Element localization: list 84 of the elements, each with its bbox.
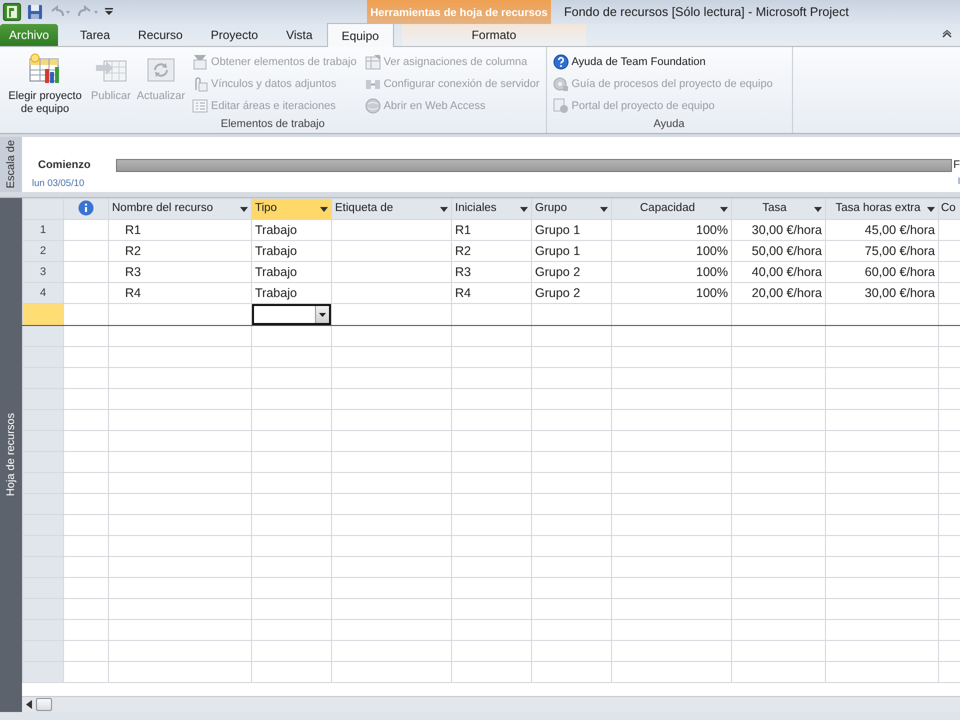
column-header[interactable]: Grupo — [532, 198, 612, 220]
table-cell: 30,00 €/hora — [732, 220, 826, 240]
customize-menu-icon[interactable] — [105, 7, 113, 17]
ribbon-tab[interactable]: Formato — [402, 24, 586, 46]
ribbon-tab[interactable]: Equipo — [326, 23, 394, 47]
dropdown-arrow-icon[interactable] — [520, 206, 528, 212]
dropdown-arrow-icon[interactable] — [814, 206, 822, 212]
table-cell: 50,00 €/hora — [732, 240, 826, 262]
file-tab[interactable]: Archivo — [0, 24, 58, 46]
table-cell: R2 — [108, 240, 252, 262]
table-cell: 20,00 €/hora — [732, 282, 826, 304]
save-icon[interactable] — [27, 4, 43, 20]
funnel-icon — [192, 54, 208, 70]
info-icon — [78, 200, 94, 216]
column-header[interactable]: Iniciales — [452, 198, 532, 220]
table-cell: Trabajo — [252, 262, 332, 282]
dropdown-arrow-icon[interactable] — [320, 206, 328, 212]
timeline-side-label: Escala de — [4, 140, 18, 189]
table-cell: 40,00 €/hora — [732, 262, 826, 282]
table-cell: 100% — [612, 262, 732, 282]
table-cell: R3 — [452, 262, 532, 282]
table-cell: 100% — [612, 282, 732, 304]
table-cell: R3 — [108, 262, 252, 282]
timeline-start-date: lun 03/05/10 — [32, 176, 84, 190]
column-header[interactable]: Etiqueta de — [332, 198, 452, 220]
table-cell: Grupo 2 — [532, 262, 612, 282]
list-icon — [192, 98, 208, 114]
table-cell: Grupo 2 — [532, 282, 612, 304]
dropdown-arrow-icon[interactable] — [600, 206, 608, 212]
row-number: 2 — [22, 240, 64, 262]
context-tab-header: Herramientas de hoja de recursos — [367, 0, 551, 24]
app-icon[interactable] — [3, 3, 21, 21]
column-header[interactable]: Tasa — [732, 198, 826, 220]
window-title: Fondo de recursos [Sólo lectura] - Microsoft Project — [564, 4, 849, 21]
row-number: 3 — [22, 262, 64, 282]
help-icon — [552, 54, 569, 70]
row-header[interactable] — [22, 304, 64, 326]
column-header[interactable]: Co — [938, 198, 960, 220]
table-cell: 100% — [612, 240, 732, 262]
row-number: 1 — [22, 220, 64, 240]
table-cell: R4 — [452, 282, 532, 304]
column-header[interactable]: Tipo — [252, 198, 332, 220]
globe-icon — [364, 98, 381, 114]
dropdown-arrow-icon[interactable] — [440, 206, 448, 212]
table-cell: 30,00 €/hora — [826, 282, 938, 304]
table-cell: R4 — [108, 282, 252, 304]
table-cell: Trabajo — [252, 240, 332, 262]
team-project-icon — [28, 53, 62, 85]
timeline-start-label: Comienzo — [38, 158, 91, 173]
ribbon-tab[interactable]: Recurso — [124, 24, 197, 46]
table-cell: 75,00 €/hora — [826, 240, 938, 262]
row-number: 4 — [22, 282, 64, 304]
group-label: Elementos de trabajo — [220, 117, 326, 132]
table-cell: Trabajo — [252, 220, 332, 240]
ribbon-tab[interactable]: Tarea — [66, 24, 124, 46]
table-cell: Grupo 1 — [532, 220, 612, 240]
table-icon — [364, 54, 381, 70]
dropdown-arrow-icon[interactable] — [927, 206, 935, 212]
table-cell: R2 — [452, 240, 532, 262]
timeline-finish-date: l — [958, 175, 960, 188]
group-label: Ayuda — [652, 117, 686, 132]
type-dropdown[interactable] — [252, 304, 330, 324]
table-cell: 60,00 €/hora — [826, 262, 938, 282]
dropdown-arrow-icon[interactable] — [720, 206, 728, 212]
dropdown-arrow-icon[interactable] — [319, 312, 326, 316]
table-cell: R1 — [108, 220, 252, 240]
ribbon-button[interactable]: Ayuda de Team Foundation — [550, 51, 775, 73]
timeline-finish-label: F — [953, 158, 960, 173]
column-header[interactable]: Nombre del recurso — [108, 198, 252, 220]
ribbon-tab[interactable]: Vista — [272, 24, 327, 46]
column-header[interactable]: Capacidad — [612, 198, 732, 220]
dropdown-arrow-icon[interactable] — [240, 206, 248, 212]
collapse-ribbon-icon[interactable] — [942, 30, 952, 38]
table-cell: Grupo 1 — [532, 240, 612, 262]
column-header[interactable]: Tasa horas extra — [826, 198, 938, 220]
scroll-left-icon[interactable] — [26, 700, 32, 709]
scroll-thumb[interactable] — [36, 698, 52, 711]
ribbon-button[interactable]: Elegir proyecto de equipo — [4, 49, 86, 117]
table-cell: R1 — [452, 220, 532, 240]
table-cell: 45,00 €/hora — [826, 220, 938, 240]
info-column-header[interactable] — [64, 198, 108, 220]
ribbon-tab[interactable]: Proyecto — [196, 24, 272, 46]
view-bar-label[interactable]: Hoja de recursos — [2, 413, 20, 497]
table-cell: 100% — [612, 220, 732, 240]
